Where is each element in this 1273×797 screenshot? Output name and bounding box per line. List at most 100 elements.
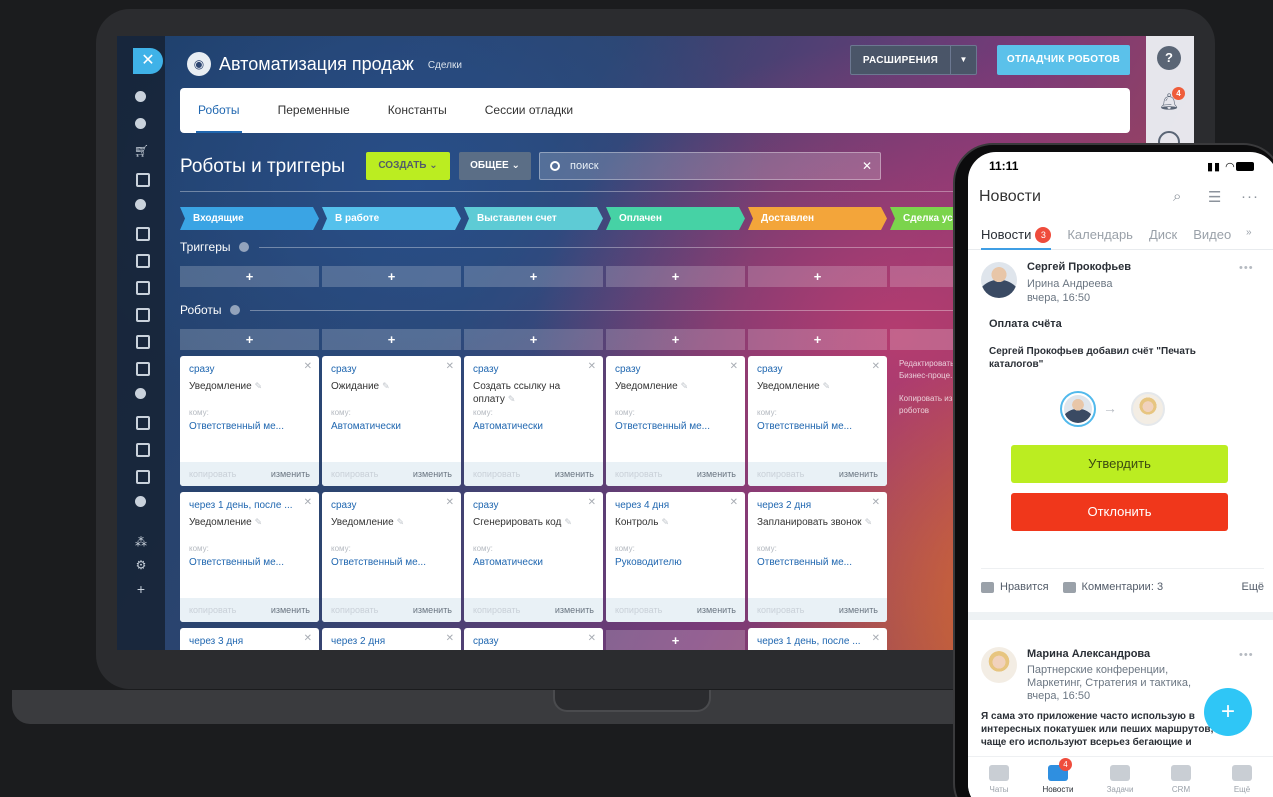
copy-robot-button[interactable]: копировать — [331, 469, 378, 479]
stage-2[interactable]: Выставлен счет — [464, 207, 603, 230]
delete-robot-icon[interactable]: ✕ — [304, 497, 312, 508]
like-button[interactable]: Нравится — [981, 581, 1049, 593]
create-button[interactable]: СОЗДАТЬ ⌄ — [366, 152, 450, 180]
common-filter-button[interactable]: ОБЩЕЕ ⌄ — [459, 152, 531, 180]
document-icon[interactable] — [134, 306, 148, 320]
delete-robot-icon[interactable]: ✕ — [730, 497, 738, 508]
tabs-overflow-icon[interactable]: » — [1246, 227, 1252, 238]
phone-tab-calendar[interactable]: Календарь — [1067, 220, 1133, 250]
robot-delay[interactable]: через 2 дня — [331, 636, 441, 647]
add-trigger-button[interactable]: + — [606, 266, 745, 287]
robot-card[interactable]: сразу ✕ Сгенерировать код ✎ кому: Автоматичес… — [464, 492, 603, 622]
add-robot-button[interactable]: + — [606, 630, 745, 650]
phone-tab-video[interactable]: Видео — [1193, 220, 1231, 250]
avatar[interactable] — [981, 262, 1017, 298]
delete-robot-icon[interactable]: ✕ — [446, 497, 454, 508]
edit-robot-button[interactable]: изменить — [271, 469, 310, 479]
robot-delay[interactable]: через 3 дня — [189, 636, 299, 647]
puzzle-icon[interactable] — [134, 198, 148, 212]
robot-recipient[interactable]: Ответственный ме... — [757, 557, 852, 568]
robot-card[interactable]: сразу ✕ Уведомление ✎ кому: Ответственный ме.… — [748, 356, 887, 486]
chevron-down-icon[interactable]: ▼ — [950, 46, 976, 74]
gear-icon[interactable]: ⚙ — [134, 558, 148, 572]
post-menu-icon[interactable]: ••• — [1239, 262, 1254, 274]
robot-delay[interactable]: сразу — [189, 364, 299, 375]
robot-card[interactable]: сразу ✕ Уведомление ✎ кому: Ответственный ме.… — [606, 356, 745, 486]
stage-4[interactable]: Доставлен — [748, 207, 887, 230]
robot-recipient[interactable]: Ответственный ме... — [189, 557, 284, 568]
edit-robot-button[interactable]: изменить — [413, 469, 452, 479]
edit-robot-button[interactable]: изменить — [555, 605, 594, 615]
robot-card[interactable]: сразу ✕ Создать ссылку на оплату ✎ кому: Авто… — [464, 356, 603, 486]
pencil-icon[interactable]: ✎ — [661, 517, 669, 527]
robot-card[interactable]: сразу ✕ Ожидание ✎ кому: Автоматически копиров… — [322, 356, 461, 486]
stage-1[interactable]: В работе — [322, 207, 461, 230]
pencil-icon[interactable]: ✎ — [508, 394, 516, 404]
add-robot-button[interactable]: + — [180, 329, 319, 350]
robot-recipient[interactable]: Ответственный ме... — [757, 421, 852, 432]
pencil-icon[interactable]: ✎ — [397, 517, 405, 527]
robot-card[interactable]: через 2 дня ✕ — [322, 628, 461, 650]
pencil-icon[interactable]: ✎ — [255, 381, 263, 391]
pencil-icon[interactable]: ✎ — [564, 517, 572, 527]
robot-delay[interactable]: сразу — [473, 364, 583, 375]
tasks-icon[interactable] — [134, 171, 148, 185]
robot-card[interactable]: через 1 день, после ... ✕ — [748, 628, 887, 650]
pencil-icon[interactable]: ✎ — [823, 381, 831, 391]
pencil-icon[interactable]: ✎ — [681, 381, 689, 391]
list-icon[interactable] — [134, 225, 148, 239]
copy-robot-button[interactable]: копировать — [331, 605, 378, 615]
add-robot-button[interactable]: + — [748, 329, 887, 350]
approve-button[interactable]: Утвердить — [1011, 445, 1228, 483]
copy-robot-button[interactable]: копировать — [757, 605, 804, 615]
users-icon[interactable] — [134, 387, 148, 401]
edit-robot-button[interactable]: изменить — [271, 605, 310, 615]
add-robot-button[interactable]: + — [606, 329, 745, 350]
edit-robot-button[interactable]: изменить — [413, 605, 452, 615]
stage-3[interactable]: Оплачен — [606, 207, 745, 230]
contact-card-icon[interactable] — [134, 414, 148, 428]
nav-more[interactable]: Ещё — [1217, 765, 1267, 794]
stage-0[interactable]: Входящие — [180, 207, 319, 230]
robot-card[interactable]: через 3 дня ✕ — [180, 628, 319, 650]
copy-robot-button[interactable]: копировать — [189, 469, 236, 479]
copy-robot-button[interactable]: копировать — [615, 605, 662, 615]
post-author[interactable]: Марина Александрова — [1027, 648, 1150, 660]
robot-delay[interactable]: через 1 день, после ... — [189, 500, 299, 511]
robot-card[interactable]: сразу ✕ — [464, 628, 603, 650]
search-input[interactable]: поиск ✕ — [539, 152, 881, 180]
delete-robot-icon[interactable]: ✕ — [588, 497, 596, 508]
help-icon[interactable] — [238, 242, 249, 252]
check-circle-icon[interactable] — [134, 495, 148, 509]
filter-settings-icon[interactable]: ☰ — [1208, 188, 1221, 206]
robot-recipient[interactable]: Автоматически — [473, 421, 543, 432]
help-icon[interactable]: ? — [1157, 46, 1181, 70]
box-icon[interactable] — [134, 468, 148, 482]
cart-icon[interactable]: 🛒︎ — [134, 144, 149, 158]
tab-variables[interactable]: Переменные — [278, 88, 350, 133]
pencil-icon[interactable]: ✎ — [865, 517, 873, 527]
delete-robot-icon[interactable]: ✕ — [872, 497, 880, 508]
sitemap-icon[interactable]: ⁂ — [134, 535, 148, 549]
post-menu-icon[interactable]: ••• — [1239, 649, 1254, 661]
robot-card[interactable]: через 2 дня ✕ Запланировать звонок ✎ кому: От… — [748, 492, 887, 622]
robot-delay[interactable]: сразу — [473, 500, 583, 511]
robot-delay[interactable]: сразу — [757, 364, 867, 375]
robot-recipient[interactable]: Ответственный ме... — [615, 421, 710, 432]
phone-tab-disk[interactable]: Диск — [1149, 220, 1177, 250]
robot-card[interactable]: сразу ✕ Уведомление ✎ кому: Ответственный ме.… — [322, 492, 461, 622]
nav-tasks[interactable]: Задачи — [1095, 765, 1145, 794]
robot-card[interactable]: через 4 дня ✕ Контроль ✎ кому: Руководителю ко… — [606, 492, 745, 622]
add-robot-button[interactable]: + — [464, 329, 603, 350]
comments-button[interactable]: Комментарии: 3 — [1062, 581, 1163, 593]
nav-chats[interactable]: Чаты — [974, 765, 1024, 794]
post-author[interactable]: Сергей Прокофьев — [1027, 261, 1131, 273]
delete-robot-icon[interactable]: ✕ — [304, 361, 312, 372]
robot-recipient[interactable]: Автоматически — [473, 557, 543, 568]
robot-nav-icon[interactable] — [134, 441, 148, 455]
add-post-button[interactable]: + — [1204, 688, 1252, 736]
robot-delay[interactable]: сразу — [615, 364, 725, 375]
add-trigger-button[interactable]: + — [180, 266, 319, 287]
delete-robot-icon[interactable]: ✕ — [588, 361, 596, 372]
drive-icon[interactable] — [134, 333, 148, 347]
